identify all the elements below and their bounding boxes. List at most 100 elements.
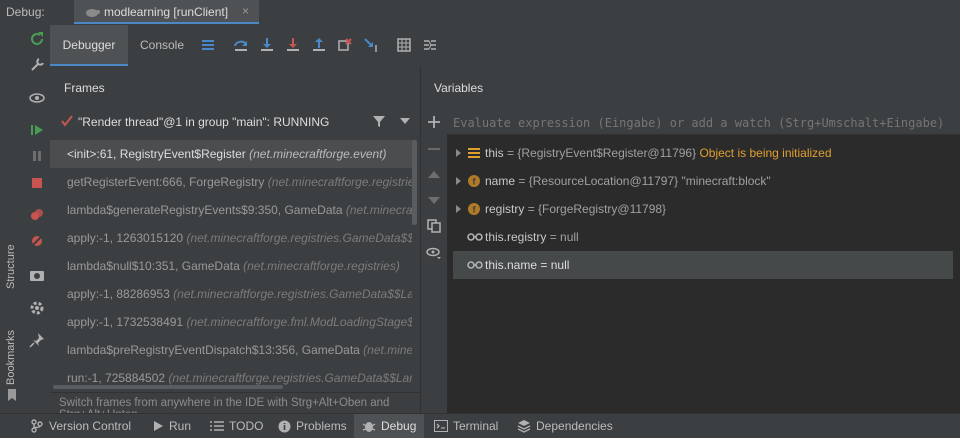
resume-icon[interactable] xyxy=(29,122,45,138)
frame-method: lambda$generateRegistryEvents$9:350, Gam… xyxy=(67,203,343,217)
variable-value: = {RegistryEvent$Register@11796} xyxy=(507,146,697,160)
variable-row[interactable]: f name = {ResourceLocation@11797} "minec… xyxy=(453,167,953,195)
trace-stream-icon[interactable] xyxy=(422,37,438,53)
evaluate-expression-icon[interactable] xyxy=(396,37,412,53)
step-into-icon[interactable] xyxy=(259,37,275,53)
debugger-toolbar: Debugger Console xyxy=(50,25,960,67)
todo-button[interactable]: TODO xyxy=(210,414,263,438)
dependencies-label: Dependencies xyxy=(536,419,613,433)
step-over-icon[interactable] xyxy=(233,37,249,53)
variable-name: this.name xyxy=(485,258,538,272)
pin-icon[interactable] xyxy=(29,332,45,348)
layers-icon xyxy=(517,420,531,433)
vertical-scrollbar[interactable] xyxy=(412,140,417,225)
frame-row[interactable]: lambda$preRegistryEventDispatch$13:356, … xyxy=(50,336,412,364)
protected-field-icon: f xyxy=(468,203,480,215)
frame-method: apply:-1, 1732538491 xyxy=(67,315,184,329)
checkmark-icon xyxy=(61,115,73,127)
frame-package: (net.minecraftforge.event) xyxy=(249,147,387,161)
copy-icon[interactable] xyxy=(427,219,441,233)
variable-row[interactable]: this.name = null xyxy=(453,251,953,279)
drop-frame-icon[interactable] xyxy=(337,37,353,53)
debug-label-status: Debug xyxy=(381,419,417,433)
run-to-cursor-icon[interactable] xyxy=(363,37,379,53)
frame-package: (net.minecraftforge.registries.GameData$… xyxy=(186,231,412,245)
session-tab-label: modlearning [runClient] xyxy=(104,5,229,19)
bookmarks-tab[interactable]: Bookmarks xyxy=(5,330,17,385)
tab-console[interactable]: Console xyxy=(132,25,192,66)
thread-label: "Render thread"@1 in group "main": RUNNI… xyxy=(78,115,330,129)
evaluate-expression-input[interactable] xyxy=(451,112,955,134)
left-tool-strip: Structure Bookmarks xyxy=(0,25,25,413)
frame-method: apply:-1, 1263015120 xyxy=(67,231,184,245)
eye-icon[interactable] xyxy=(29,90,45,106)
view-breakpoints-icon[interactable] xyxy=(29,207,45,223)
field-lines-icon xyxy=(468,148,480,158)
expand-arrow-icon[interactable] xyxy=(455,176,463,186)
move-down-icon[interactable] xyxy=(427,196,441,206)
variable-name: name xyxy=(485,174,516,188)
filter-icon[interactable] xyxy=(372,114,386,128)
horizontal-scrollbar[interactable] xyxy=(53,385,283,389)
debug-tool-window-header: Debug: modlearning [runClient] × xyxy=(0,0,960,26)
terminal-button[interactable]: Terminal xyxy=(434,414,498,438)
chevron-down-icon[interactable] xyxy=(400,118,410,124)
structure-tab[interactable]: Structure xyxy=(5,244,17,289)
debug-session-tab[interactable]: modlearning [runClient] × xyxy=(74,0,259,24)
frame-row[interactable]: apply:-1, 1732538491 (net.minecraftforge… xyxy=(50,308,412,336)
thread-selector[interactable]: "Render thread"@1 in group "main": RUNNI… xyxy=(50,110,420,134)
expand-arrow-icon[interactable] xyxy=(455,204,463,214)
add-watch-icon[interactable] xyxy=(427,115,441,129)
bookmark-icon xyxy=(8,389,16,401)
frame-row[interactable]: apply:-1, 1263015120 (net.minecraftforge… xyxy=(50,224,412,252)
problems-button[interactable]: Problems xyxy=(278,414,347,438)
frame-package: (net.minecraftforge.registries.GameData$… xyxy=(168,371,412,385)
variables-header-bar: Variables xyxy=(426,66,960,110)
todo-label: TODO xyxy=(229,419,264,433)
frame-row[interactable]: getRegisterEvent:666, ForgeRegistry (net… xyxy=(50,168,412,196)
run-button[interactable]: Run xyxy=(152,414,191,438)
move-up-icon[interactable] xyxy=(427,169,441,179)
variable-row[interactable]: this.registry = null xyxy=(453,223,953,251)
version-control-label: Version Control xyxy=(49,419,132,433)
wrench-icon[interactable] xyxy=(29,57,45,73)
terminal-label: Terminal xyxy=(453,419,499,433)
variables-panel: Variables this = {RegistryEvent$Register… xyxy=(426,66,960,413)
debug-button[interactable]: Debug xyxy=(354,414,425,438)
step-out-icon[interactable] xyxy=(311,37,327,53)
frame-row[interactable]: apply:-1, 88286953 (net.minecraftforge.r… xyxy=(50,280,412,308)
frame-row[interactable]: lambda$generateRegistryEvents$9:350, Gam… xyxy=(50,196,412,224)
expand-arrow-icon[interactable] xyxy=(455,148,463,158)
mute-breakpoints-icon[interactable] xyxy=(29,233,45,249)
rerun-icon[interactable] xyxy=(29,31,45,47)
stop-icon[interactable] xyxy=(29,175,45,191)
frame-row[interactable]: lambda$null$10:351, GameData (net.minecr… xyxy=(50,252,412,280)
variable-value: = {ResourceLocation@11797} "minecraft:bl… xyxy=(518,174,771,188)
camera-icon[interactable] xyxy=(29,267,45,283)
version-control-button[interactable]: Version Control xyxy=(30,414,131,438)
variable-row[interactable]: f registry = {ForgeRegistry@11798} xyxy=(453,195,953,223)
watch-settings-icon[interactable] xyxy=(426,247,442,259)
close-icon[interactable]: × xyxy=(242,4,249,18)
variable-value: = null xyxy=(549,230,579,244)
run-label: Run xyxy=(169,419,192,433)
show-execution-point-icon[interactable] xyxy=(200,37,216,53)
frame-package: (net.minecraftforge.registries) xyxy=(345,203,412,217)
gear-icon[interactable] xyxy=(29,300,45,316)
frames-header: Frames xyxy=(64,81,105,95)
debug-actions-column xyxy=(24,25,50,413)
frame-method: lambda$null$10:351, GameData xyxy=(67,259,240,273)
dependencies-button[interactable]: Dependencies xyxy=(517,414,613,438)
tool-window-bar: Version Control Run TODO Problems Debug … xyxy=(0,413,960,438)
force-step-into-icon[interactable] xyxy=(285,37,301,53)
frame-package: (net.minecraftforge.registries) xyxy=(267,175,412,189)
remove-watch-icon[interactable] xyxy=(427,142,441,156)
frame-method: <init>:61, RegistryEvent$Register xyxy=(67,147,246,161)
frame-method: getRegisterEvent:666, ForgeRegistry xyxy=(67,175,265,189)
frame-method: lambda$preRegistryEventDispatch$13:356, … xyxy=(67,343,360,357)
tab-debugger[interactable]: Debugger xyxy=(50,25,128,66)
frame-row[interactable]: <init>:61, RegistryEvent$Register (net.m… xyxy=(50,140,412,168)
variable-row[interactable]: this = {RegistryEvent$Register@11796} Ob… xyxy=(453,139,953,167)
frame-package: (net.minecraftforge.registries.GameData$… xyxy=(173,287,412,301)
pause-icon[interactable] xyxy=(29,148,45,164)
